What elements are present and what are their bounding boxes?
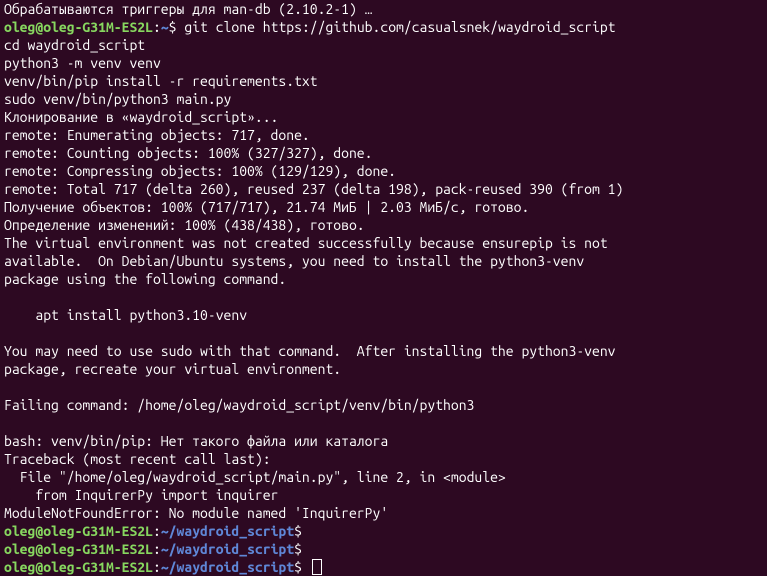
output-line: apt install python3.10-venv <box>4 307 247 323</box>
output-line: from InquirerPy import inquirer <box>4 487 278 503</box>
output-line: Failing command: /home/oleg/waydroid_scr… <box>4 397 474 413</box>
output-line: available. On Debian/Ubuntu systems, you… <box>4 253 584 269</box>
output-line: remote: Total 717 (delta 260), reused 23… <box>4 181 623 197</box>
prompt-host: oleg-G31M-ES2L <box>43 541 153 557</box>
output-line: Traceback (most recent call last): <box>4 451 271 467</box>
command-text: venv/bin/pip install -r requirements.txt <box>4 73 318 89</box>
output-line: Получение объектов: 100% (717/717), 21.7… <box>4 199 529 215</box>
output-line: bash: venv/bin/pip: Нет такого файла или… <box>4 433 388 449</box>
output-line: package using the following command. <box>4 271 286 287</box>
prompt-host: oleg-G31M-ES2L <box>43 523 153 539</box>
output-line: remote: Enumerating objects: 717, done. <box>4 127 310 143</box>
output-line: ModuleNotFoundError: No module named 'In… <box>4 505 388 521</box>
output-line: You may need to use sudo with that comma… <box>4 343 616 359</box>
prompt-path: ~/waydroid_script <box>161 541 294 557</box>
output-line: package, recreate your virtual environme… <box>4 361 341 377</box>
prompt-colon: : <box>153 541 161 557</box>
output-line: remote: Compressing objects: 100% (129/1… <box>4 163 396 179</box>
output-line: Обрабатываются триггеры для man-db (2.10… <box>4 1 372 17</box>
prompt-user: oleg <box>4 523 35 539</box>
command-text: sudo venv/bin/python3 main.py <box>4 91 231 107</box>
command-text: python3 -m venv venv <box>4 55 161 71</box>
command-text: git clone https://github.com/casualsnek/… <box>184 19 615 35</box>
prompt-path: ~ <box>161 19 169 35</box>
prompt-dollar: $ <box>294 541 310 557</box>
output-line: Определение изменений: 100% (438/438), г… <box>4 217 365 233</box>
output-line: remote: Counting objects: 100% (327/327)… <box>4 145 372 161</box>
prompt-colon: : <box>153 19 161 35</box>
output-line: File "/home/oleg/waydroid_script/main.py… <box>4 469 506 485</box>
prompt-host: oleg-G31M-ES2L <box>43 19 153 35</box>
prompt-user: oleg <box>4 541 35 557</box>
prompt-dollar: $ <box>169 19 185 35</box>
terminal-output[interactable]: Обрабатываются триггеры для man-db (2.10… <box>0 0 767 576</box>
command-text: cd waydroid_script <box>4 37 145 53</box>
prompt-colon: : <box>153 523 161 539</box>
prompt-dollar: $ <box>294 523 310 539</box>
output-line: Клонирование в «waydroid_script»... <box>4 109 278 125</box>
prompt-path: ~/waydroid_script <box>161 523 294 539</box>
output-line: The virtual environment was not created … <box>4 235 608 251</box>
prompt-user: oleg <box>4 19 35 35</box>
